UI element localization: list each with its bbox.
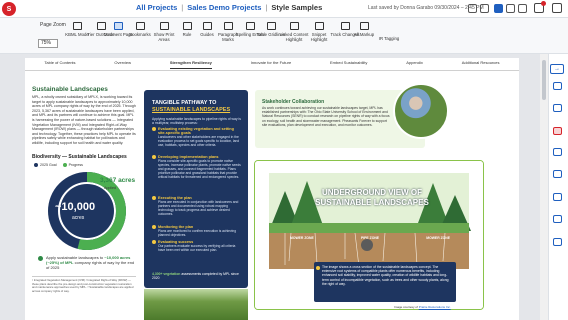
pilcrow-icon: [223, 22, 233, 30]
doc-nav-additional-resources[interactable]: Additional Resources: [462, 60, 500, 69]
history-icon[interactable]: [553, 82, 562, 90]
breadcrumb-all-projects[interactable]: All Projects: [136, 3, 177, 12]
doc-nav-appendix[interactable]: Appendix: [406, 60, 423, 69]
link-icon: [289, 22, 299, 30]
redo-icon[interactable]: [480, 4, 489, 13]
underground-view-title: UNDERGROUND VIEW OF SUSTAINABLE LANDSCAPE…: [315, 188, 429, 207]
table-icon: [266, 22, 276, 30]
grid-icon[interactable]: [518, 4, 527, 13]
stakeholder-title: Stakeholder Collaboration: [262, 99, 325, 105]
step-bullet-icon: [152, 240, 156, 244]
analytics-icon[interactable]: [553, 127, 562, 135]
acres-applied-value: 3,367 acres: [100, 177, 136, 184]
send-icon[interactable]: [553, 148, 562, 156]
vegetation-assessments-stat: 4,300+ vegetation assessments completed …: [152, 272, 239, 281]
expand-panel-icon[interactable]: →: [550, 64, 564, 74]
chart-legend: 2025 Goal Progress: [34, 163, 83, 168]
section-body-text: MPL, a wholly owned subsidiary of MPLX, …: [32, 95, 136, 145]
menu-icon[interactable]: [552, 3, 562, 13]
goal-acres-value: ~10,000: [55, 201, 96, 213]
doc-nav-strengthen-resiliency[interactable]: Strengthen Resiliency: [169, 60, 212, 69]
zone-label-pipe: PIPE ZONE: [360, 236, 380, 240]
doc-nav-embed-sustainability[interactable]: Embed Sustainability: [330, 60, 367, 69]
last-saved-status: Last saved by Donna Garabo 09/30/2024 – …: [368, 5, 484, 11]
note-bullet-icon: [316, 266, 320, 270]
pathway-step-2: Developing implementation plans Plans con…: [152, 155, 242, 193]
field-photo: [144, 289, 248, 320]
top-bar: S All Projects | Sales Demo Projects | S…: [0, 0, 568, 18]
section-title-sustainable-landscapes: Sustainable Landscapes: [32, 86, 108, 93]
partner-photo: [393, 83, 449, 139]
guides-icon: [202, 22, 212, 30]
toolbar: Page Zoom 75% KBML Mode Tier Out Mode Co…: [0, 18, 568, 54]
pathway-step-1: Evaluating existing vegetation and setti…: [152, 127, 242, 151]
markup-icon: [359, 22, 369, 30]
legend-progress: Progress: [62, 163, 83, 168]
goal-caption: Apply sustainable landscapes to ~10,000 …: [46, 255, 135, 270]
link-panel-icon[interactable]: [553, 170, 562, 178]
acres-applied-label: Applied: [104, 186, 116, 190]
step-bullet-icon: [152, 155, 156, 159]
step-bullet-icon: [152, 127, 156, 131]
doc-nav-overview[interactable]: Overview: [114, 60, 131, 69]
spellcheck-icon: [245, 22, 255, 30]
step-bullet-icon: [152, 196, 156, 200]
stakeholder-body: As work continues toward achieving our s…: [262, 106, 390, 127]
breadcrumb: All Projects | Sales Demo Projects | Sty…: [136, 3, 322, 12]
doc-nav-toc[interactable]: Table of Contents: [44, 60, 75, 69]
image-credit: Image courtesy of Prairie Restorations I…: [394, 305, 451, 309]
breadcrumb-separator: |: [265, 3, 268, 12]
pathway-intro: Applying sustainable landscapes to pipel…: [152, 117, 241, 126]
nav-divider: [25, 70, 519, 71]
layout-icon[interactable]: [506, 4, 515, 13]
snippet-icon: [314, 22, 324, 30]
layers-icon[interactable]: [553, 104, 562, 112]
doc-nav-innovate[interactable]: Innovate for the Future: [251, 60, 291, 69]
document-nav: Table of Contents Overview Strengthen Re…: [25, 60, 519, 69]
pathway-step-5: Evaluating success Our partners evaluate …: [152, 240, 242, 254]
comment-icon[interactable]: [494, 4, 503, 13]
undo-icon[interactable]: [468, 4, 477, 13]
tool-all-markup[interactable]: All Markup: [349, 22, 379, 37]
check-icon: [38, 256, 43, 261]
scrollbar-thumb[interactable]: [542, 60, 546, 100]
pathway-step-4: Monitoring the plan Plans are monitored t…: [152, 225, 242, 239]
pathway-step-3: Executing the plan Plans are executed in …: [152, 196, 242, 222]
tool-ir-tagging[interactable]: IR Tagging: [374, 36, 404, 41]
kbml-icon: [72, 22, 82, 30]
settings-icon[interactable]: [553, 238, 562, 246]
pathway-title: TANGIBLE PATHWAY TO SUSTAINABLE LANDSCAP…: [152, 100, 231, 113]
step-bullet-icon: [152, 225, 156, 229]
ruler-icon: [182, 22, 192, 30]
credit-link[interactable]: Prairie Restorations Inc.: [419, 305, 451, 309]
list-icon[interactable]: [553, 215, 562, 223]
breadcrumb-sales-demo-projects[interactable]: Sales Demo Projects: [187, 3, 261, 12]
zone-label-mower-left: MOWER ZONE: [290, 236, 314, 240]
breadcrumb-separator: |: [181, 3, 184, 12]
zone-label-mower-right: MOWER ZONE: [426, 236, 450, 240]
zone-labels: MOWER ZONE PIPE ZONE MOWER ZONE: [290, 236, 450, 240]
notifications-icon[interactable]: [534, 1, 546, 13]
zoom-select[interactable]: 75%: [38, 39, 58, 48]
goal-acres-unit: acres: [72, 215, 85, 221]
comment-page-icon: [113, 22, 123, 30]
print-area-icon: [159, 22, 169, 30]
legend-goal: 2025 Goal: [34, 163, 57, 168]
app-logo[interactable]: S: [2, 2, 16, 16]
right-rail: [548, 54, 568, 320]
bolt-icon[interactable]: [553, 193, 562, 201]
biodiversity-title: Biodiversity — Sustainable Landscapes: [32, 154, 127, 160]
footnotes: ¹ Integrated Vegetation Management (IVM)…: [32, 276, 136, 300]
bookmark-icon: [135, 22, 145, 30]
underground-view-note: The image shows a cross section of the s…: [314, 262, 456, 302]
breadcrumb-style-samples: Style Samples: [271, 3, 323, 12]
